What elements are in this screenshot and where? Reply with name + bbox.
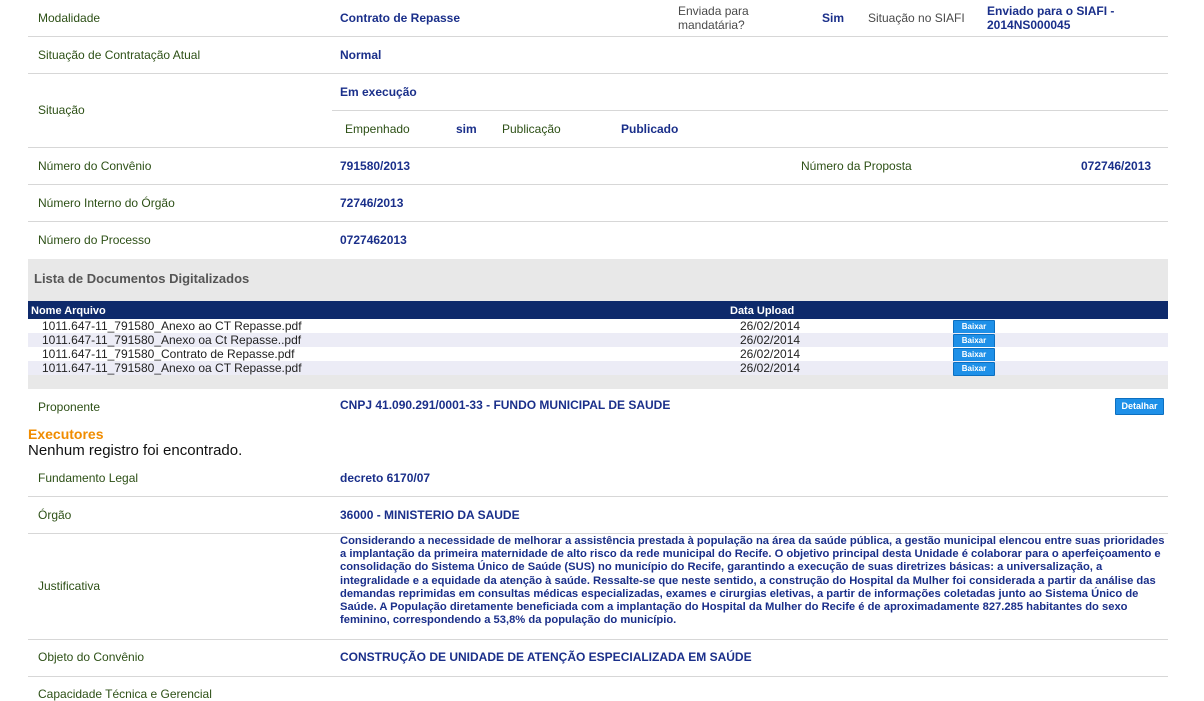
processo-value: 0727462013 <box>340 233 407 247</box>
download-button[interactable]: Baixar <box>953 362 995 376</box>
row-fundamento: Fundamento Legal decreto 6170/07 <box>28 460 1168 497</box>
table-row: 1011.647-11_791580_Anexo oa CT Repasse.p… <box>28 361 1168 376</box>
objeto-value: CONSTRUÇÃO DE UNIDADE DE ATENÇÃO ESPECIA… <box>340 650 752 664</box>
interno-label: Número Interno do Órgão <box>38 196 175 210</box>
justificativa-value: Considerando a necessidade de melhorar a… <box>340 535 1165 627</box>
executores-empty-message: Nenhum registro foi encontrado. <box>28 442 243 459</box>
download-button[interactable]: Baixar <box>953 348 995 362</box>
documents-title: Lista de Documentos Digitalizados <box>34 271 250 286</box>
row-processo: Número do Processo 0727462013 <box>28 222 1168 258</box>
executores-title: Executores <box>28 426 104 442</box>
orgao-value: 36000 - MINISTERIO DA SAUDE <box>340 508 520 522</box>
download-button[interactable]: Baixar <box>953 334 995 348</box>
modalidade-value: Contrato de Repasse <box>340 11 461 25</box>
upload-date: 26/02/2014 <box>740 333 801 347</box>
detalhar-button[interactable]: Detalhar <box>1115 398 1164 415</box>
publicacao-label: Publicação <box>502 122 561 136</box>
fundamento-value: decreto 6170/07 <box>340 471 431 485</box>
situacao-value: Em execução <box>340 85 417 99</box>
row-contratacao: Situação de Contratação Atual Normal <box>28 37 1168 74</box>
convenio-label: Número do Convênio <box>38 159 152 173</box>
proponente-value: CNPJ 41.090.291/0001-33 - FUNDO MUNICIPA… <box>340 398 671 412</box>
row-justificativa: Justificativa Considerando a necessidade… <box>28 534 1168 640</box>
documents-table-header: Nome Arquivo Data Upload <box>28 301 1168 319</box>
publicacao-value: Publicado <box>621 122 679 136</box>
upload-date: 26/02/2014 <box>740 319 801 333</box>
table-row: 1011.647-11_791580_Contrato de Repasse.p… <box>28 347 1168 362</box>
contratacao-value: Normal <box>340 48 382 62</box>
file-name: 1011.647-11_791580_Anexo oa CT Repasse.p… <box>42 361 302 375</box>
download-button[interactable]: Baixar <box>953 320 995 334</box>
interno-value: 72746/2013 <box>340 196 404 210</box>
upload-date: 26/02/2014 <box>740 361 801 375</box>
contratacao-label: Situação de Contratação Atual <box>38 48 201 62</box>
siafi-label: Situação no SIAFI <box>868 11 965 25</box>
situacao-label: Situação <box>38 103 85 117</box>
orgao-label: Órgão <box>38 508 72 522</box>
proponente-label: Proponente <box>38 400 101 414</box>
col-data-upload: Data Upload <box>730 305 795 317</box>
proposta-value: 072746/2013 <box>1081 159 1152 173</box>
siafi-value: Enviado para o SIAFI - 2014NS000045 <box>987 4 1115 32</box>
row-interno: Número Interno do Órgão 72746/2013 <box>28 185 1168 222</box>
row-modalidade: Modalidade Contrato de Repasse Enviada p… <box>28 0 1168 37</box>
table-row: 1011.647-11_791580_Anexo ao CT Repasse.p… <box>28 319 1168 334</box>
objeto-label: Objeto do Convênio <box>38 650 145 664</box>
row-situacao: Situação Em execução Empenhado sim Publi… <box>28 74 1168 148</box>
convenio-value: 791580/2013 <box>340 159 411 173</box>
upload-date: 26/02/2014 <box>740 347 801 361</box>
mandataria-value: Sim <box>822 11 845 25</box>
documents-section: Lista de Documentos Digitalizados Nome A… <box>28 259 1168 389</box>
mandataria-label: Enviada para mandatária? <box>678 4 749 32</box>
modalidade-label: Modalidade <box>38 11 101 25</box>
row-convenio: Número do Convênio 791580/2013 Número da… <box>28 148 1168 185</box>
col-nome-arquivo: Nome Arquivo <box>31 305 106 317</box>
situacao-divider <box>332 110 1168 111</box>
row-objeto: Objeto do Convênio CONSTRUÇÃO DE UNIDADE… <box>28 640 1168 677</box>
row-orgao: Órgão 36000 - MINISTERIO DA SAUDE <box>28 497 1168 534</box>
processo-label: Número do Processo <box>38 233 151 247</box>
empenhado-value: sim <box>456 122 477 136</box>
row-proponente: Proponente CNPJ 41.090.291/0001-33 - FUN… <box>28 389 1168 425</box>
file-name: 1011.647-11_791580_Contrato de Repasse.p… <box>42 347 295 361</box>
file-name: 1011.647-11_791580_Anexo ao CT Repasse.p… <box>42 319 302 333</box>
table-row: 1011.647-11_791580_Anexo oa Ct Repasse..… <box>28 333 1168 348</box>
proposta-label: Número da Proposta <box>801 159 912 173</box>
file-name: 1011.647-11_791580_Anexo oa Ct Repasse..… <box>42 333 302 347</box>
capacidade-label: Capacidade Técnica e Gerencial <box>38 687 212 701</box>
empenhado-label: Empenhado <box>345 122 410 136</box>
fundamento-label: Fundamento Legal <box>38 471 139 485</box>
row-capacidade: Capacidade Técnica e Gerencial <box>28 677 1168 701</box>
justificativa-label: Justificativa <box>38 579 101 593</box>
